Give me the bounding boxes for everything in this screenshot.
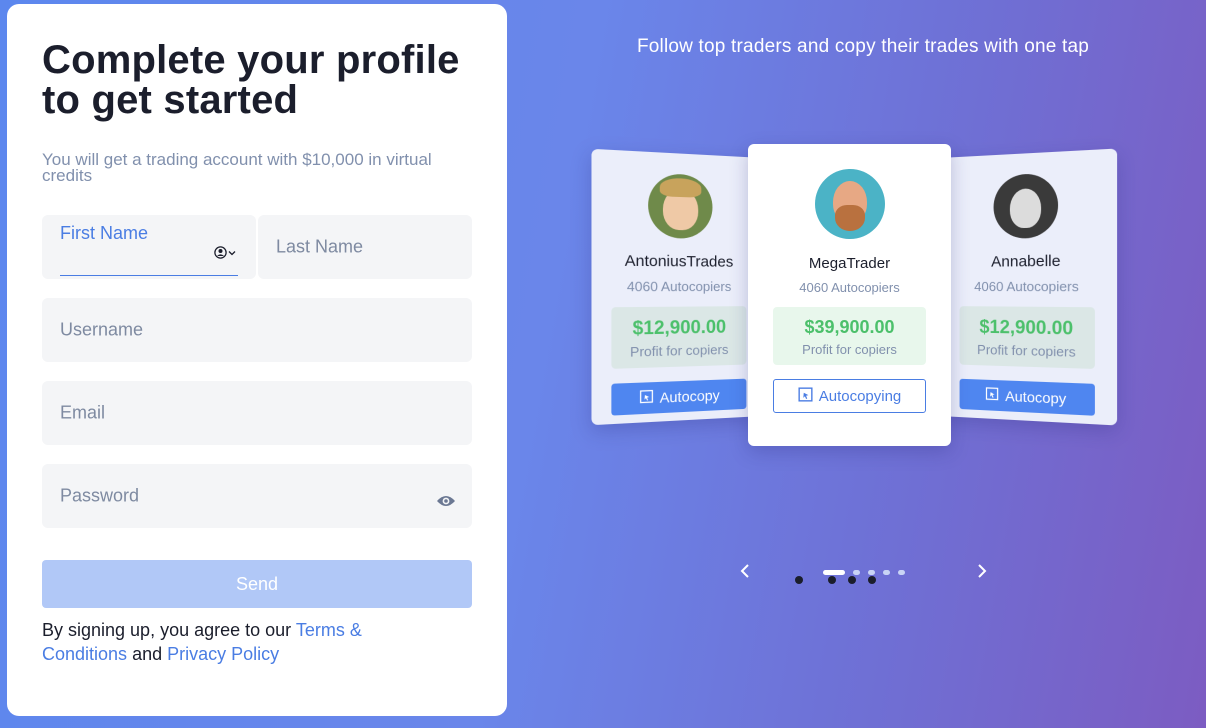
avatar: [993, 172, 1059, 239]
trader-copiers: 4060 Autocopiers: [626, 278, 732, 295]
profit-box: $12,900.00 Profit for copiers: [959, 306, 1095, 369]
password-placeholder: Password: [60, 485, 140, 506]
carousel-dot[interactable]: [898, 570, 905, 575]
trader-card-antoniustrades[interactable]: AntoniusTrades 4060 Autocopiers $12,900.…: [591, 148, 763, 426]
first-name-label: First Name: [60, 223, 149, 243]
trader-name: MegaTrader: [808, 255, 891, 272]
profit-box: $39,900.00 Profit for copiers: [773, 307, 926, 365]
password-field[interactable]: Password: [42, 464, 472, 528]
autocopying-button[interactable]: Autocopying: [773, 379, 926, 413]
chevron-left-icon[interactable]: [737, 561, 753, 581]
carousel-dot[interactable]: [868, 570, 875, 575]
autocopy-icon: [639, 389, 653, 406]
profit-label: Profit for copiers: [977, 341, 1076, 360]
trader-copiers: 4060 Autocopiers: [974, 278, 1079, 295]
trader-copiers: 4060 Autocopiers: [799, 280, 900, 295]
carousel-dots: [823, 570, 905, 575]
indicator-dot: [828, 576, 836, 584]
carousel-dot[interactable]: [853, 570, 860, 575]
profit-value: $12,900.00: [979, 316, 1074, 339]
send-button[interactable]: Send: [42, 560, 472, 608]
signup-form-card: Complete your profile to get started You…: [7, 4, 507, 716]
trader-name: Annabelle: [991, 252, 1061, 271]
trader-name: AntoniusTrades: [624, 252, 734, 271]
first-name-field[interactable]: First Name: [42, 215, 256, 279]
carousel-dot[interactable]: [823, 570, 845, 575]
autocopy-button[interactable]: Autocopy: [610, 378, 746, 416]
chevron-right-icon[interactable]: [974, 561, 990, 581]
autocopy-label: Autocopy: [659, 386, 720, 406]
indicator-dot: [868, 576, 876, 584]
indicator-dot: [848, 576, 856, 584]
avatar: [814, 169, 885, 239]
username-placeholder: Username: [60, 319, 144, 340]
indicator-dot: [795, 576, 803, 584]
username-field[interactable]: Username: [42, 298, 472, 362]
autocopying-label: Autocopying: [818, 387, 902, 405]
last-name-placeholder: Last Name: [276, 236, 364, 257]
first-name-underline: [60, 275, 238, 276]
profit-label: Profit for copiers: [802, 342, 897, 357]
form-subtitle: You will get a trading account with $10,…: [42, 150, 432, 185]
email-placeholder: Email: [60, 402, 106, 423]
profit-label: Profit for copiers: [630, 341, 729, 360]
form-title: Complete your profile to get started: [42, 38, 460, 122]
profit-value: $39,900.00: [804, 317, 895, 337]
eye-icon[interactable]: [436, 494, 456, 513]
email-field[interactable]: Email: [42, 381, 472, 445]
profit-value: $12,900.00: [632, 316, 727, 339]
legal-and: and: [127, 644, 168, 664]
legal-text: By signing up, you agree to our Terms & …: [42, 618, 442, 666]
hero-title: Follow top traders and copy their trades…: [636, 36, 1090, 57]
autocopy-label: Autocopy: [1005, 387, 1067, 407]
contact-picker-icon[interactable]: [214, 246, 236, 259]
autocopy-icon: [798, 386, 813, 406]
profit-box: $12,900.00 Profit for copiers: [610, 306, 746, 369]
trader-card-annabelle[interactable]: Annabelle 4060 Autocopiers $12,900.00 Pr…: [940, 148, 1118, 426]
avatar: [647, 172, 712, 240]
trader-card-megatrader[interactable]: MegaTrader 4060 Autocopiers $39,900.00 P…: [748, 144, 951, 446]
autocopy-button[interactable]: Autocopy: [959, 378, 1095, 416]
last-name-field[interactable]: Last Name: [258, 215, 472, 279]
autocopy-icon: [986, 387, 999, 404]
privacy-link[interactable]: Privacy Policy: [167, 644, 279, 664]
carousel-dot[interactable]: [883, 570, 890, 575]
legal-prefix: By signing up, you agree to our: [42, 620, 296, 640]
